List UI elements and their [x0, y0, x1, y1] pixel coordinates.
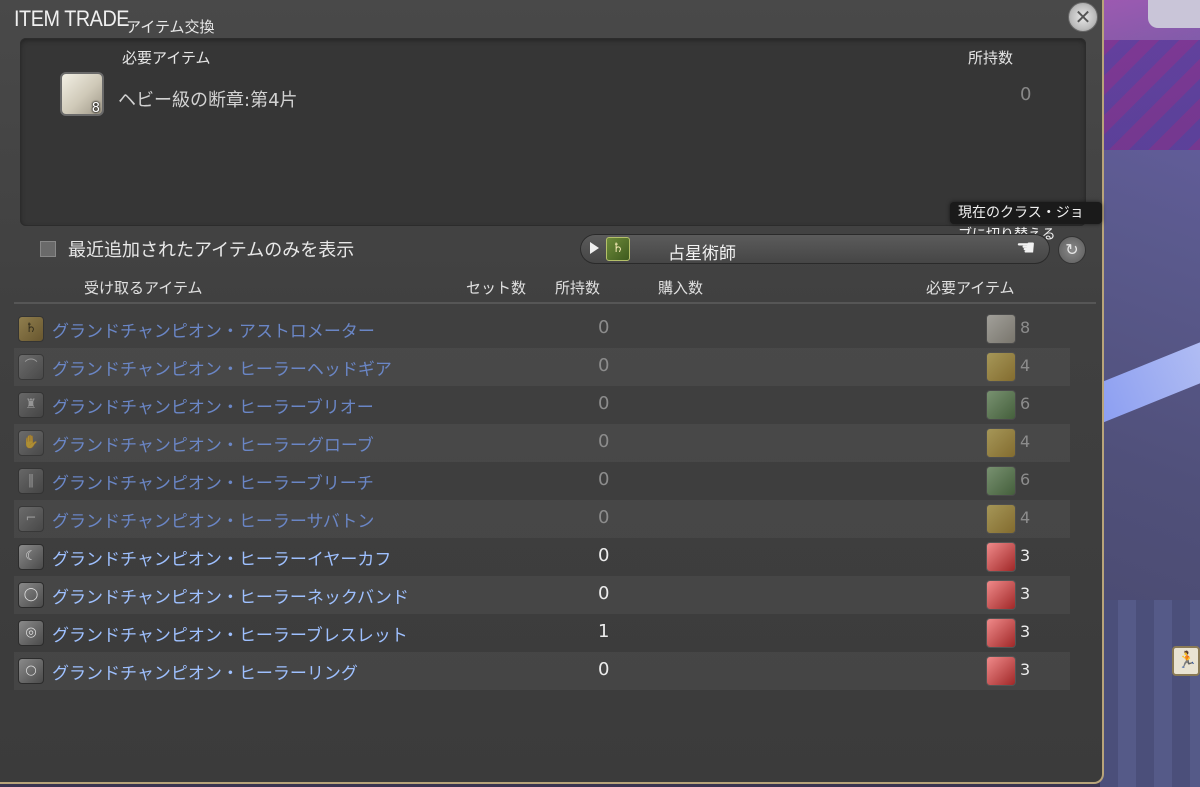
astrometer-icon: ♄: [18, 316, 44, 342]
required-currency-qty: 6: [1020, 470, 1031, 489]
required-currency-icon[interactable]: [986, 314, 1016, 344]
required-currency-qty: 4: [1020, 432, 1031, 451]
table-row[interactable]: ◎ グランドチャンピオン・ヒーラーブレスレット 1 3: [14, 614, 1070, 652]
col-header-sets: セット数: [466, 279, 527, 297]
bracelet-icon: ◎: [18, 620, 44, 646]
item-owned-count: 1: [598, 621, 610, 642]
required-item-owned: 0: [1020, 84, 1032, 105]
required-currency-icon[interactable]: [986, 656, 1016, 686]
table-row[interactable]: ‖ グランドチャンピオン・ヒーラーブリーチ 0 6: [14, 462, 1070, 500]
item-name: グランドチャンピオン・ヒーラーネックバンド: [52, 588, 409, 608]
recent-items-label[interactable]: 最近追加されたアイテムのみを表示: [68, 236, 354, 262]
hand-pointer-icon: ☚: [1016, 236, 1036, 261]
switch-current-job-button[interactable]: ↻: [1058, 236, 1086, 264]
close-button[interactable]: ✕: [1068, 2, 1098, 32]
legs-icon: ‖: [18, 468, 44, 494]
item-owned-count: 0: [598, 469, 610, 490]
astrologian-job-icon: ♄: [606, 237, 630, 261]
required-currency-icon[interactable]: [986, 428, 1016, 458]
col-header-required: 必要アイテム: [926, 279, 1015, 297]
game-background: [1078, 0, 1200, 787]
item-name: グランドチャンピオン・ヒーラーサバトン: [52, 512, 375, 532]
necklace-icon: ◯: [18, 582, 44, 608]
item-name: グランドチャンピオン・ヒーラーグローブ: [52, 436, 374, 456]
required-currency-icon[interactable]: [986, 542, 1016, 572]
item-name: グランドチャンピオン・ヒーラーブレスレット: [52, 626, 408, 646]
table-row[interactable]: ♄ グランドチャンピオン・アストロメーター 0 8: [14, 310, 1070, 348]
ring-icon: ○: [18, 658, 44, 684]
required-item-name: ヘビー級の断章:第4片: [118, 90, 298, 111]
job-dropdown[interactable]: ♄ 占星術師: [580, 234, 1050, 264]
table-row[interactable]: ⌒ グランドチャンピオン・ヒーラーヘッドギア 0 4: [14, 348, 1070, 386]
required-currency-icon[interactable]: [986, 466, 1016, 496]
required-item-header: 必要アイテム: [122, 49, 211, 67]
table-row[interactable]: ♜ グランドチャンピオン・ヒーラーブリオー 0 6: [14, 386, 1070, 424]
item-owned-count: 0: [598, 393, 610, 414]
header-divider: [14, 302, 1096, 304]
play-arrow-icon: [590, 242, 599, 254]
item-name: グランドチャンピオン・ヒーラーブリーチ: [52, 474, 374, 494]
required-currency-qty: 6: [1020, 394, 1031, 413]
item-owned-count: 0: [598, 545, 610, 566]
gloves-icon: ✋: [18, 430, 44, 456]
background-floor: [1100, 600, 1200, 787]
item-name: グランドチャンピオン・アストロメーター: [52, 322, 375, 342]
background-floor-pattern: [1100, 40, 1200, 150]
required-currency-icon[interactable]: [986, 618, 1016, 648]
required-currency-icon[interactable]: [986, 504, 1016, 534]
item-owned-count: 0: [598, 583, 610, 604]
item-name: グランドチャンピオン・ヒーラーイヤーカフ: [52, 550, 392, 570]
tome-icon[interactable]: 8: [60, 72, 104, 116]
owned-count-header: 所持数: [968, 49, 1014, 67]
item-owned-count: 0: [598, 355, 610, 376]
required-currency-qty: 4: [1020, 356, 1031, 375]
required-currency-qty: 3: [1020, 546, 1031, 565]
required-currency-qty: 4: [1020, 508, 1031, 527]
required-currency-qty: 3: [1020, 584, 1031, 603]
col-header-owned: 所持数: [555, 279, 601, 297]
refresh-icon: ↻: [1065, 240, 1079, 259]
item-owned-count: 0: [598, 317, 610, 338]
required-item-panel: 必要アイテム 所持数 8 ヘビー級の断章:第4片 0: [20, 38, 1086, 226]
table-row[interactable]: ◯ グランドチャンピオン・ヒーラーネックバンド 0 3: [14, 576, 1070, 614]
col-header-purchase: 購入数: [658, 279, 704, 297]
col-header-receive: 受け取るアイテム: [84, 279, 203, 297]
earring-icon: ☾: [18, 544, 44, 570]
required-currency-qty: 3: [1020, 622, 1031, 641]
item-name: グランドチャンピオン・ヒーラーヘッドギア: [52, 360, 392, 380]
required-currency-qty: 8: [1020, 318, 1031, 337]
headgear-icon: ⌒: [18, 354, 44, 380]
body-armor-icon: ♜: [18, 392, 44, 418]
item-name: グランドチャンピオン・ヒーラーブリオー: [52, 398, 374, 418]
sprint-action-icon[interactable]: [1172, 646, 1200, 676]
tome-icon-number: 8: [91, 101, 100, 116]
close-icon: ✕: [1074, 5, 1092, 29]
table-row[interactable]: ✋ グランドチャンピオン・ヒーラーグローブ 0 4: [14, 424, 1070, 462]
trade-item-list: ♄ グランドチャンピオン・アストロメーター 0 8 ⌒ グランドチャンピオン・ヒーラーヘッ…: [14, 310, 1070, 690]
item-owned-count: 0: [598, 431, 610, 452]
job-dropdown-value: 占星術師: [668, 244, 736, 264]
switch-job-tooltip: 現在のクラス・ジョブに切り替える: [950, 202, 1102, 243]
required-currency-qty: 3: [1020, 660, 1031, 679]
table-row[interactable]: ○ グランドチャンピオン・ヒーラーリング 0 3: [14, 652, 1070, 690]
required-currency-icon[interactable]: [986, 352, 1016, 382]
required-currency-icon[interactable]: [986, 390, 1016, 420]
item-owned-count: 0: [598, 659, 610, 680]
item-name: グランドチャンピオン・ヒーラーリング: [52, 664, 358, 684]
table-row[interactable]: ☾ グランドチャンピオン・ヒーラーイヤーカフ 0 3: [14, 538, 1070, 576]
window-title: ITEM TRADE: [14, 6, 130, 31]
boots-icon: ⌐: [18, 506, 44, 532]
required-currency-icon[interactable]: [986, 580, 1016, 610]
recent-items-checkbox[interactable]: [40, 241, 56, 257]
table-row[interactable]: ⌐ グランドチャンピオン・ヒーラーサバトン 0 4: [14, 500, 1070, 538]
item-owned-count: 0: [598, 507, 610, 528]
item-trade-window: ITEM TRADE アイテム交換 ✕ 必要アイテム 所持数 8 ヘビー級の断章…: [0, 0, 1104, 784]
background-ui-fragment: [1148, 0, 1200, 28]
window-subtitle: アイテム交換: [126, 18, 215, 36]
